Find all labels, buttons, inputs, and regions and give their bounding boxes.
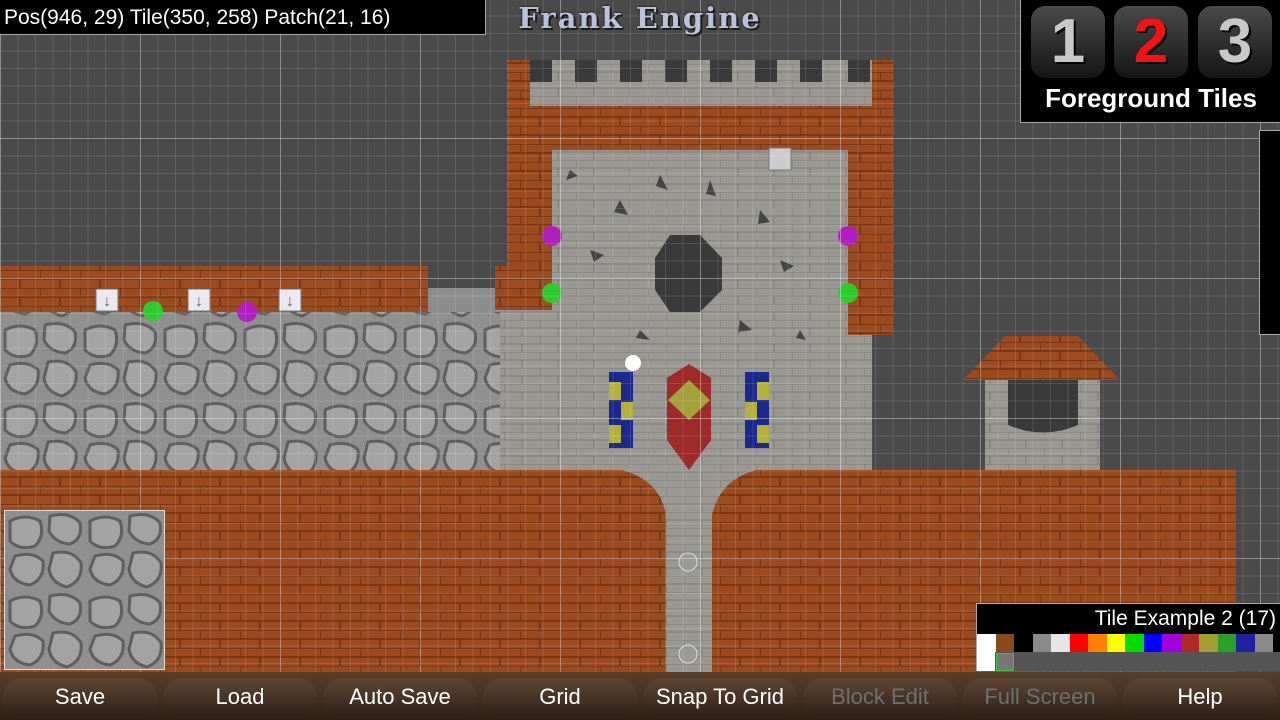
color-swatch-15[interactable] [1254, 634, 1273, 652]
purple-marker-castle-left[interactable] [542, 226, 562, 246]
color-swatches [977, 634, 1273, 652]
selected-tile[interactable] [996, 653, 1014, 671]
stained-glass-right [745, 372, 769, 448]
purple-marker[interactable] [237, 302, 257, 322]
tile-name-label: Tile Example 2 (17) [1094, 607, 1276, 630]
help-button[interactable]: Help [1123, 678, 1277, 716]
layer-name-label: Foreground Tiles [1045, 83, 1257, 113]
green-marker[interactable] [143, 301, 163, 321]
color-swatch-9[interactable] [1143, 634, 1162, 652]
color-swatch-0[interactable] [977, 634, 996, 652]
tile-palette: Tile Example 2 (17) [976, 603, 1280, 671]
drop-marker[interactable] [768, 147, 792, 171]
hut-window [1008, 378, 1078, 433]
layer-2-button[interactable]: 2 [1114, 6, 1188, 78]
load-button[interactable]: Load [163, 678, 317, 716]
tile-row [977, 652, 1280, 671]
color-swatch-4[interactable] [1051, 634, 1070, 652]
full-screen-button[interactable]: Full Screen [963, 678, 1117, 716]
snap-to-grid-button[interactable]: Snap To Grid [643, 678, 797, 716]
color-swatch-7[interactable] [1106, 634, 1125, 652]
auto-save-button[interactable]: Auto Save [323, 678, 477, 716]
castle-right-interior [848, 335, 872, 470]
color-swatch-10[interactable] [1162, 634, 1181, 652]
waypoint-upper[interactable] [678, 552, 698, 572]
castle-left-interior [495, 310, 552, 470]
level-editor-viewport[interactable]: ↓ ↓ ↓ Pos(946, 29) Tile(350, 258) Patch(… [0, 0, 1280, 720]
spawn-arrow-2[interactable]: ↓ [187, 288, 211, 312]
grid-button[interactable]: Grid [483, 678, 637, 716]
green-marker-castle-right[interactable] [838, 283, 858, 303]
purple-marker-castle-right[interactable] [838, 226, 858, 246]
tile-swatch-blank[interactable] [977, 652, 995, 671]
spawn-arrow-3[interactable]: ↓ [278, 288, 302, 312]
save-button[interactable]: Save [3, 678, 157, 716]
color-swatch-11[interactable] [1180, 634, 1199, 652]
ledge-gap-stone [428, 288, 495, 312]
color-swatch-14[interactable] [1236, 634, 1255, 652]
svg-text:↓: ↓ [195, 293, 203, 310]
layer-1-button[interactable]: 1 [1031, 6, 1105, 78]
layer-selector: 1 2 3 Foreground Tiles [1020, 0, 1280, 123]
svg-text:↓: ↓ [286, 293, 294, 310]
waypoint-lower[interactable] [678, 644, 698, 664]
spawn-arrow-1[interactable]: ↓ [95, 288, 119, 312]
color-swatch-3[interactable] [1032, 634, 1051, 652]
left-ledge [0, 266, 428, 312]
block-edit-button[interactable]: Block Edit [803, 678, 957, 716]
color-swatch-12[interactable] [1199, 634, 1218, 652]
layer-3-button[interactable]: 3 [1198, 6, 1272, 78]
cobblestone-floor [0, 312, 500, 470]
color-swatch-13[interactable] [1217, 634, 1236, 652]
svg-text:↓: ↓ [103, 293, 111, 310]
color-swatch-6[interactable] [1088, 634, 1107, 652]
green-marker-castle-left[interactable] [542, 283, 562, 303]
tile-preview [4, 510, 165, 670]
side-panel[interactable] [1259, 130, 1280, 335]
stained-glass-left [609, 372, 633, 448]
editor-toolbar: Save Load Auto Save Grid Snap To Grid Bl… [0, 672, 1280, 720]
color-swatch-8[interactable] [1125, 634, 1144, 652]
color-swatch-5[interactable] [1069, 634, 1088, 652]
player-ball[interactable] [625, 355, 641, 371]
color-swatch-1[interactable] [995, 634, 1014, 652]
color-swatch-2[interactable] [1014, 634, 1033, 652]
position-readout: Pos(946, 29) Tile(350, 258) Patch(21, 16… [0, 0, 486, 35]
engine-title: Frank Engine [518, 1, 762, 35]
preview-cobble [5, 511, 164, 669]
